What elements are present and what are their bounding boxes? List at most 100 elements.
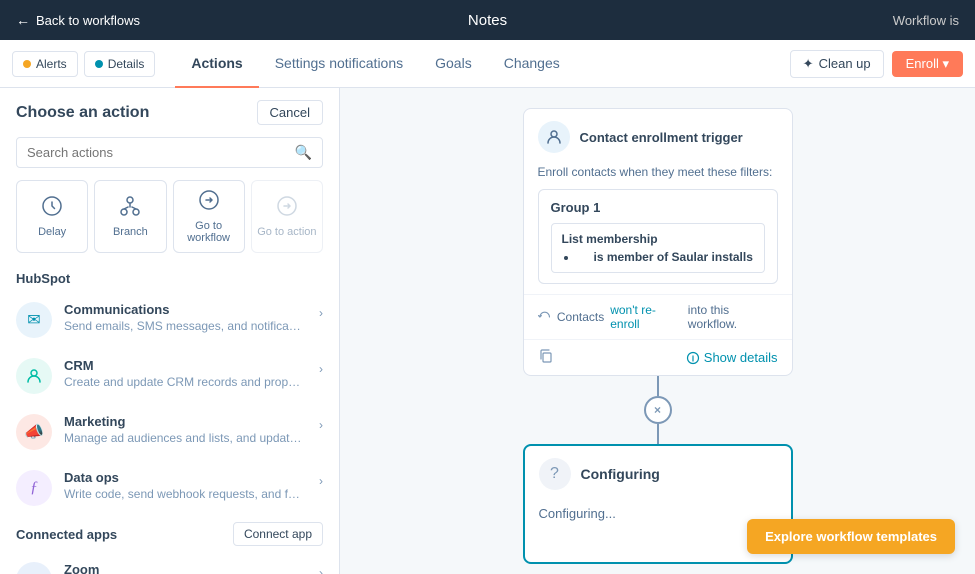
trigger-title: Contact enrollment trigger xyxy=(580,130,743,145)
quick-action-goto-action: Go to action xyxy=(251,180,323,253)
main-layout: Choose an action Cancel 🔍 Delay Branch xyxy=(0,88,975,574)
quick-action-goto-workflow[interactable]: Go to workflow xyxy=(173,180,245,253)
goto-workflow-label: Go to workflow xyxy=(178,220,240,244)
quick-actions: Delay Branch Go to workflow Go to action xyxy=(0,180,339,265)
quick-action-branch[interactable]: Branch xyxy=(94,180,166,253)
connect-app-button[interactable]: Connect app xyxy=(233,522,323,546)
left-panel: Choose an action Cancel 🔍 Delay Branch xyxy=(0,88,340,574)
page-title: Notes xyxy=(468,12,507,29)
cancel-button[interactable]: Cancel xyxy=(257,100,323,125)
dataops-icon: ƒ xyxy=(16,470,52,506)
goto-action-label: Go to action xyxy=(257,226,316,238)
goto-action-icon xyxy=(276,195,298,222)
connector-line-top xyxy=(657,376,659,396)
dataops-chevron: › xyxy=(319,474,323,488)
top-bar: ← Back to workflows Notes Workflow is xyxy=(0,0,975,40)
list-item-crm[interactable]: CRM Create and update CRM records and pr… xyxy=(0,348,339,404)
re-enroll-link[interactable]: won't re-enroll xyxy=(610,303,682,331)
marketing-icon: 📣 xyxy=(16,414,52,450)
tab-goals[interactable]: Goals xyxy=(419,40,488,88)
sparkle-icon: ✦ xyxy=(803,56,814,72)
trigger-subtitle: Enroll contacts when they meet these fil… xyxy=(524,165,792,189)
config-icon: ? xyxy=(539,458,571,490)
communications-info: Communications Send emails, SMS messages… xyxy=(64,302,307,333)
delay-label: Delay xyxy=(38,226,66,238)
details-dot xyxy=(95,60,103,68)
marketing-info: Marketing Manage ad audiences and lists,… xyxy=(64,414,307,445)
quick-action-delay[interactable]: Delay xyxy=(16,180,88,253)
communications-title: Communications xyxy=(64,302,307,317)
marketing-desc: Manage ad audiences and lists, and updat… xyxy=(64,431,304,445)
zoom-info: Zoom Built by HubSpot xyxy=(64,562,307,574)
search-box[interactable]: 🔍 xyxy=(16,137,323,168)
group-title: Group 1 xyxy=(551,200,765,215)
sub-nav-right: ✦ Clean up Enroll ▾ xyxy=(790,50,963,78)
hubspot-section-header: HubSpot xyxy=(0,265,339,292)
sub-nav-left: Alerts Details xyxy=(12,51,155,77)
connector-line-bottom xyxy=(657,424,659,444)
delay-icon xyxy=(41,195,63,222)
tab-changes[interactable]: Changes xyxy=(488,40,576,88)
alerts-button[interactable]: Alerts xyxy=(12,51,78,77)
explore-label: Explore workflow templates xyxy=(765,529,937,544)
tab-settings[interactable]: Settings notifications xyxy=(259,40,419,88)
marketing-title: Marketing xyxy=(64,414,307,429)
crm-desc: Create and update CRM records and proper… xyxy=(64,375,304,389)
re-enroll-note: Contacts won't re-enroll into this workf… xyxy=(524,294,792,339)
filter-title: List membership xyxy=(562,232,754,246)
choose-action-title: Choose an action xyxy=(16,104,149,122)
crm-icon xyxy=(16,358,52,394)
trigger-icon xyxy=(538,121,570,153)
trigger-card: Contact enrollment trigger Enroll contac… xyxy=(523,108,793,376)
list-item-dataops[interactable]: ƒ Data ops Write code, send webhook requ… xyxy=(0,460,339,516)
explore-templates-button[interactable]: Explore workflow templates xyxy=(747,519,955,554)
dataops-info: Data ops Write code, send webhook reques… xyxy=(64,470,307,501)
back-arrow-icon: ← xyxy=(16,12,30,28)
list-item-marketing[interactable]: 📣 Marketing Manage ad audiences and list… xyxy=(0,404,339,460)
crm-info: CRM Create and update CRM records and pr… xyxy=(64,358,307,389)
filter-box: List membership is member of Saular inst… xyxy=(551,223,765,273)
search-input[interactable] xyxy=(27,145,287,160)
marketing-chevron: › xyxy=(319,418,323,432)
details-button[interactable]: Details xyxy=(84,51,156,77)
alerts-label: Alerts xyxy=(36,57,67,71)
dataops-title: Data ops xyxy=(64,470,307,485)
re-enroll-text: Contacts xyxy=(557,310,604,324)
communications-desc: Send emails, SMS messages, and notificat… xyxy=(64,319,304,333)
connected-apps-title: Connected apps xyxy=(16,527,117,542)
cleanup-button[interactable]: ✦ Clean up xyxy=(790,50,884,78)
branch-icon xyxy=(119,195,141,222)
communications-icon: ✉ xyxy=(16,302,52,338)
zoom-icon: Z xyxy=(16,562,52,574)
filter-item: is member of Saular installs xyxy=(578,250,754,264)
tab-actions[interactable]: Actions xyxy=(175,40,258,88)
nav-tabs: Actions Settings notifications Goals Cha… xyxy=(175,40,785,88)
copy-icon[interactable] xyxy=(538,348,554,367)
back-to-workflows[interactable]: ← Back to workflows xyxy=(16,12,140,28)
branch-label: Branch xyxy=(113,226,148,238)
show-details-button[interactable]: Show details xyxy=(686,350,778,365)
list-item-communications[interactable]: ✉ Communications Send emails, SMS messag… xyxy=(0,292,339,348)
crm-chevron: › xyxy=(319,362,323,376)
sub-nav: Alerts Details Actions Settings notifica… xyxy=(0,40,975,88)
connector: × xyxy=(644,376,672,444)
enroll-label: Enroll ▾ xyxy=(906,56,949,71)
show-details-label: Show details xyxy=(704,350,778,365)
cleanup-label: Clean up xyxy=(819,56,871,71)
connected-apps-section-header: Connected apps Connect app xyxy=(0,516,339,552)
list-item-zoom[interactable]: Z Zoom Built by HubSpot › xyxy=(0,552,339,574)
trigger-card-footer: Show details xyxy=(524,339,792,375)
enroll-button[interactable]: Enroll ▾ xyxy=(892,51,963,77)
search-icon: 🔍 xyxy=(295,144,312,161)
connector-close-button[interactable]: × xyxy=(644,396,672,424)
workflow-status: Workflow is xyxy=(893,13,959,28)
left-panel-header: Choose an action Cancel xyxy=(0,88,339,133)
group-box: Group 1 List membership is member of Sau… xyxy=(538,189,778,284)
alerts-dot xyxy=(23,60,31,68)
dataops-desc: Write code, send webhook requests, and f… xyxy=(64,487,304,501)
configuring-header: ? Configuring xyxy=(525,446,791,502)
re-enroll-text2: into this workflow. xyxy=(688,303,778,331)
trigger-card-header: Contact enrollment trigger xyxy=(524,109,792,165)
goto-workflow-icon xyxy=(198,189,220,216)
details-label: Details xyxy=(108,57,145,71)
